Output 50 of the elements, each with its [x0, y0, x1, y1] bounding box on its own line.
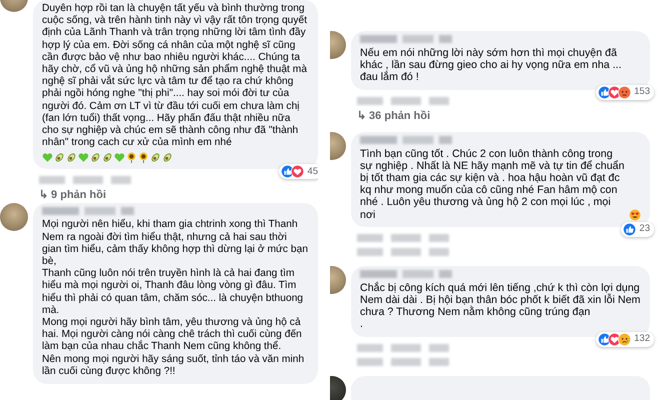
redacted-block	[391, 248, 421, 256]
redacted-block	[391, 344, 421, 352]
comment-text: Chắc bị công kích quá mới lên tiếng ,chứ k thì còn lợi dụng Nem dài dài . Bị hội bạn thân bóc phốt k biết đã xin lỗi Nem chưa ? Thương Nem nằm không cũng trúng đạn .	[360, 282, 641, 331]
reaction-count: 132	[634, 333, 650, 346]
redacted-block	[429, 248, 449, 256]
love-reaction-icon	[291, 165, 304, 178]
redacted-block	[429, 344, 449, 352]
reaction-count: 153	[634, 86, 650, 98]
like-reaction-icon	[623, 222, 636, 236]
heart-eyes-emoji-icon	[629, 208, 641, 221]
redacted-block	[357, 96, 383, 105]
avatar	[0, 203, 28, 232]
redacted-block	[429, 234, 449, 242]
redacted-block	[357, 358, 383, 366]
angry-reaction-icon	[618, 86, 632, 99]
redacted-block	[39, 176, 65, 184]
replies-link[interactable]: ↳ 36 phản hồi	[357, 108, 430, 122]
heart-emoji-icon	[78, 152, 89, 164]
reaction-badge[interactable]: 132	[596, 332, 654, 347]
redacted-block	[391, 234, 421, 242]
avocado-icon	[54, 152, 65, 164]
sunflower-icon	[138, 152, 149, 164]
avocado-icon	[102, 152, 113, 164]
comment-text: Mọi người nên hiểu, khi tham gia chtrinh xong thì Thanh Nem ra ngoài đời tìm hiểu thật, nhưng cả hai sau thời gian tìm hiểu, cảm thấy không hợp thì dừng lại ở mức bạn bè, Thanh cũng luôn nói trên truyền hình là cả hai đang tìm hiểu mà mọi người oi, Thanh đâu lòng vòng gì đâu. Tìm hiểu thì phải có quan tâm, chăm sóc... là chuyện bthuong mà. Mong mọi người hãy bình tâm, yêu thương và ủng hộ cả hai. Mọi người càng nói càng chê trách thì cuối cùng đến làm bạn của nhau chắc Thanh Nem cũng không thể. Nên mong mọi người hãy sáng suốt, tỉnh táo và văn minh lần cuối cùng được không ?!!	[42, 219, 309, 378]
redacted-block	[391, 96, 421, 105]
redacted-block	[73, 176, 103, 184]
redacted-block	[111, 176, 131, 184]
avocado-icon	[162, 152, 173, 164]
reaction-count: 45	[307, 166, 318, 178]
avocado-icon	[66, 152, 77, 164]
heart-emoji-icon	[42, 152, 53, 164]
redacted-block	[357, 234, 383, 242]
comment-text: Nếu em nói những lời này sớm hơn thì mọi chuyện đã khác , lần sau đừng gieo cho ai hy vọng nữa em nha ... đau lắm đó !	[360, 47, 622, 84]
reaction-badge[interactable]: 153	[596, 84, 654, 100]
reaction-count: 23	[639, 223, 650, 236]
reaction-badge[interactable]: 45	[279, 164, 318, 180]
sunflower-icon	[126, 152, 137, 164]
comment-text: Duyên hợp rồi tan là chuyện tất yếu và bình thường trong cuộc sống, và trên hành tinh này vì vậy rất tôn trọng quyết định của Lãnh Thanh và trân trọng những lời tâm tình đầy hợp lý của em. Đời sống cá nhân của một nghệ sĩ cũng cần được bảo vệ như bao nhiêu người khác.... Chúng ta hãy chờ, cổ vũ và ủng hộ những sản phẩm nghệ thuật mà nghệ sĩ phải vắt sức lực và tâm tư để tạo ra chứ không phải ngồi hóng nghe "thị phi".... hay soi mói đời tư của người đó. Cảm ơn LT vì từ đầu tới cuối em chưa làm chị (fan lớn tuổi) thất vọng... Hãy phấn đấu thật nhiều nữa cho sự nghiệp và chúc em sẽ thành công như đã "thành nhân" trong cach cư xử của mình em nhé	[42, 3, 308, 150]
redacted-block	[357, 248, 383, 256]
heart-emoji-icon	[114, 152, 125, 164]
reaction-badge[interactable]: 23	[621, 222, 654, 237]
redacted-block	[357, 344, 383, 352]
sad-reaction-icon	[618, 332, 632, 346]
redacted-block	[391, 358, 421, 366]
redacted-block	[429, 358, 449, 366]
avocado-icon	[90, 152, 101, 164]
comment-text: Tình bạn cũng tốt . Chúc 2 con luôn thành công trong sự nghiệp . Nhất là NE hãy mạnh mẽ và tự tin để chuẩn bị tốt tham gia các sự kiện và . hoa hậu hoàn vũ đạt đc kq như mong muốn của cô cũng nhé Fan hâm mộ con nhé . Luôn yêu thương và ủng hộ 2 con mọi lúc , mọi nơi	[360, 148, 626, 221]
replies-link[interactable]: ↳ 9 phản hồi	[39, 188, 106, 202]
redacted-block	[429, 96, 449, 105]
avocado-icon	[150, 152, 161, 164]
